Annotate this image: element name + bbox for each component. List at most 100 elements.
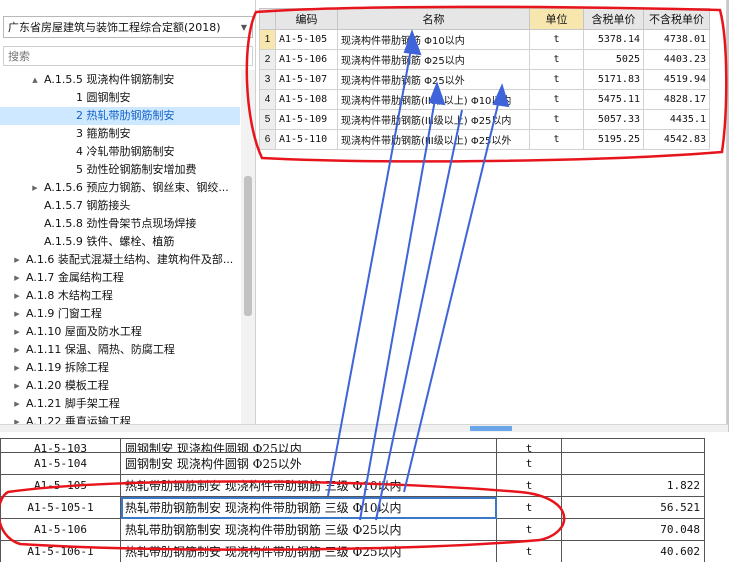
tree-item[interactable]: ▶ A.1.6 装配式混凝土结构、建筑构件及部... xyxy=(0,251,240,269)
table-row[interactable]: 6 A1-5-110 现浇构件带肋钢筋(III级以上) Φ25以外 t 5195.25 4… xyxy=(259,129,710,150)
sheet-name-cell[interactable]: 热轧带肋钢筋制安 现浇构件带肋钢筋 三级 Φ25以内 xyxy=(120,518,497,541)
expand-icon[interactable]: ▶ xyxy=(12,395,22,413)
tree-item[interactable]: ▶ A.1.20 模板工程 xyxy=(0,377,240,395)
tree-scrollbar[interactable] xyxy=(241,70,255,428)
price-tax-cell[interactable]: 5195.25 xyxy=(583,129,644,150)
quota-code-cell[interactable]: A1-5-107 xyxy=(275,69,338,90)
price-notax-cell[interactable]: 4542.83 xyxy=(643,129,710,150)
price-tax-cell[interactable]: 5378.14 xyxy=(583,29,644,50)
tree-item[interactable]: 1 圆钢制安 xyxy=(0,89,240,107)
price-notax-cell[interactable]: 4738.01 xyxy=(643,29,710,50)
tree-item[interactable]: 3 箍筋制安 xyxy=(0,125,240,143)
quota-set-dropdown[interactable]: 广东省房屋建筑与装饰工程综合定额(2018) ▼ xyxy=(3,16,253,38)
quota-code-cell[interactable]: A1-5-110 xyxy=(275,129,338,150)
quota-name-cell[interactable]: 现浇构件带肋钢筋 Φ25以外 xyxy=(337,69,530,90)
sheet-name-cell[interactable]: 热轧带肋钢筋制安 现浇构件带肋钢筋 三级 Φ25以内 xyxy=(120,540,497,562)
sheet-name-cell[interactable]: 圆钢制安 现浇构件圆钢 Φ25以外 xyxy=(120,452,497,475)
expand-icon[interactable]: ▶ xyxy=(12,269,22,287)
row-number[interactable]: 5 xyxy=(259,109,276,130)
price-notax-cell[interactable]: 4519.94 xyxy=(643,69,710,90)
table-row[interactable]: 4 A1-5-108 现浇构件带肋钢筋(III级以上) Φ10以内 t 5475.11 4… xyxy=(259,89,710,110)
sheet-unit-cell[interactable]: t xyxy=(496,496,562,519)
tree-item[interactable]: ▶ A.1.11 保温、隔热、防腐工程 xyxy=(0,341,240,359)
unit-cell[interactable]: t xyxy=(529,109,584,130)
price-tax-cell[interactable]: 5171.83 xyxy=(583,69,644,90)
table-row[interactable]: 3 A1-5-107 现浇构件带肋钢筋 Φ25以外 t 5171.83 4519.94 xyxy=(259,69,710,90)
tree-item[interactable]: ▶ A.1.21 脚手架工程 xyxy=(0,395,240,413)
sheet-unit-cell[interactable]: t xyxy=(496,518,562,541)
sheet-qty-cell[interactable] xyxy=(561,438,705,453)
row-number[interactable]: 4 xyxy=(259,89,276,110)
sheet-unit-cell[interactable]: t xyxy=(496,540,562,562)
expand-icon[interactable]: ▶ xyxy=(12,323,22,341)
table-row[interactable]: 2 A1-5-106 现浇构件带肋钢筋 Φ25以内 t 5025 4403.23 xyxy=(259,49,710,70)
row-number[interactable]: 3 xyxy=(259,69,276,90)
sheet-unit-cell[interactable]: t xyxy=(496,438,562,453)
price-tax-cell[interactable]: 5025 xyxy=(583,49,644,70)
sheet-qty-cell[interactable]: 56.521 xyxy=(561,496,705,519)
column-header-unit[interactable]: 单位 xyxy=(529,8,584,30)
panel-splitter[interactable] xyxy=(0,424,728,432)
sheet-code-cell[interactable]: A1-5-104 xyxy=(0,452,121,475)
expand-icon[interactable]: ▶ xyxy=(12,251,22,269)
quota-name-cell[interactable]: 现浇构件带肋钢筋 Φ25以内 xyxy=(337,49,530,70)
price-notax-cell[interactable]: 4435.1 xyxy=(643,109,710,130)
sheet-qty-cell[interactable] xyxy=(561,452,705,475)
unit-cell[interactable]: t xyxy=(529,69,584,90)
sheet-code-cell[interactable]: A1-5-103 xyxy=(0,438,121,453)
price-notax-cell[interactable]: 4403.23 xyxy=(643,49,710,70)
price-tax-cell[interactable]: 5057.33 xyxy=(583,109,644,130)
tree-item[interactable]: 2 热轧带肋钢筋制安 xyxy=(0,107,240,125)
tree-item[interactable]: ▶ A.1.7 金属结构工程 xyxy=(0,269,240,287)
quota-code-cell[interactable]: A1-5-108 xyxy=(275,89,338,110)
quota-code-cell[interactable]: A1-5-106 xyxy=(275,49,338,70)
tree-item[interactable]: ▶ A.1.8 木结构工程 xyxy=(0,287,240,305)
unit-cell[interactable]: t xyxy=(529,89,584,110)
unit-cell[interactable]: t xyxy=(529,49,584,70)
row-number[interactable]: 1 xyxy=(259,29,276,50)
sheet-qty-cell[interactable]: 1.822 xyxy=(561,474,705,497)
column-header-name[interactable]: 名称 xyxy=(337,8,530,30)
column-header-code[interactable]: 编码 xyxy=(275,8,338,30)
sheet-code-cell[interactable]: A1-5-106 xyxy=(0,518,121,541)
quota-name-cell[interactable]: 现浇构件带肋钢筋 Φ10以内 xyxy=(337,29,530,50)
tree-item[interactable]: A.1.5.9 铁件、螺栓、植筋 xyxy=(0,233,240,251)
column-header-price-tax[interactable]: 含税单价 xyxy=(583,8,644,30)
unit-cell[interactable]: t xyxy=(529,129,584,150)
sheet-name-cell[interactable]: 圆钢制安 现浇构件圆钢 Φ25以内 xyxy=(120,438,497,453)
quota-name-cell[interactable]: 现浇构件带肋钢筋(III级以上) Φ25以外 xyxy=(337,129,530,150)
tree-item[interactable]: ▶ A.1.5.6 预应力钢筋、钢丝束、钢绞... xyxy=(0,179,240,197)
column-header-price-notax[interactable]: 不含税单价 xyxy=(643,8,710,30)
tree-item[interactable]: A.1.5.7 钢筋接头 xyxy=(0,197,240,215)
quota-code-cell[interactable]: A1-5-105 xyxy=(275,29,338,50)
scrollbar-thumb[interactable] xyxy=(244,176,252,316)
expand-icon[interactable]: ▶ xyxy=(12,305,22,323)
collapse-icon[interactable]: ▲ xyxy=(30,71,40,89)
tree-item[interactable]: ▶ A.1.9 门窗工程 xyxy=(0,305,240,323)
expand-icon[interactable]: ▶ xyxy=(12,341,22,359)
expand-icon[interactable]: ▶ xyxy=(12,359,22,377)
price-tax-cell[interactable]: 5475.11 xyxy=(583,89,644,110)
sheet-unit-cell[interactable]: t xyxy=(496,474,562,497)
row-number[interactable]: 2 xyxy=(259,49,276,70)
sheet-code-cell[interactable]: A1-5-106-1 xyxy=(0,540,121,562)
tree-item[interactable]: ▶ A.1.10 屋面及防水工程 xyxy=(0,323,240,341)
quota-name-cell[interactable]: 现浇构件带肋钢筋(III级以上) Φ25以内 xyxy=(337,109,530,130)
sheet-code-cell[interactable]: A1-5-105 xyxy=(0,474,121,497)
sheet-unit-cell[interactable]: t xyxy=(496,452,562,475)
tree-item[interactable]: A.1.5.8 劲性骨架节点现场焊接 xyxy=(0,215,240,233)
expand-icon[interactable]: ▶ xyxy=(12,377,22,395)
sheet-qty-cell[interactable]: 40.602 xyxy=(561,540,705,562)
quota-code-cell[interactable]: A1-5-109 xyxy=(275,109,338,130)
sheet-code-cell[interactable]: A1-5-105-1 xyxy=(0,496,121,519)
splitter-grip[interactable] xyxy=(470,426,512,431)
table-row[interactable]: 1 A1-5-105 现浇构件带肋钢筋 Φ10以内 t 5378.14 4738.01 xyxy=(259,29,710,50)
price-notax-cell[interactable]: 4828.17 xyxy=(643,89,710,110)
sheet-name-cell[interactable]: 热轧带肋钢筋制安 现浇构件带肋钢筋 三级 Φ10以内 xyxy=(120,474,497,497)
quota-name-cell[interactable]: 现浇构件带肋钢筋(III级以上) Φ10以内 xyxy=(337,89,530,110)
unit-cell[interactable]: t xyxy=(529,29,584,50)
tree-item[interactable]: 5 劲性砼钢筋制安增加费 xyxy=(0,161,240,179)
row-number[interactable]: 6 xyxy=(259,129,276,150)
tree-item[interactable]: ▲ A.1.5.5 现浇构件钢筋制安 xyxy=(0,71,240,89)
expand-icon[interactable]: ▶ xyxy=(30,179,40,197)
